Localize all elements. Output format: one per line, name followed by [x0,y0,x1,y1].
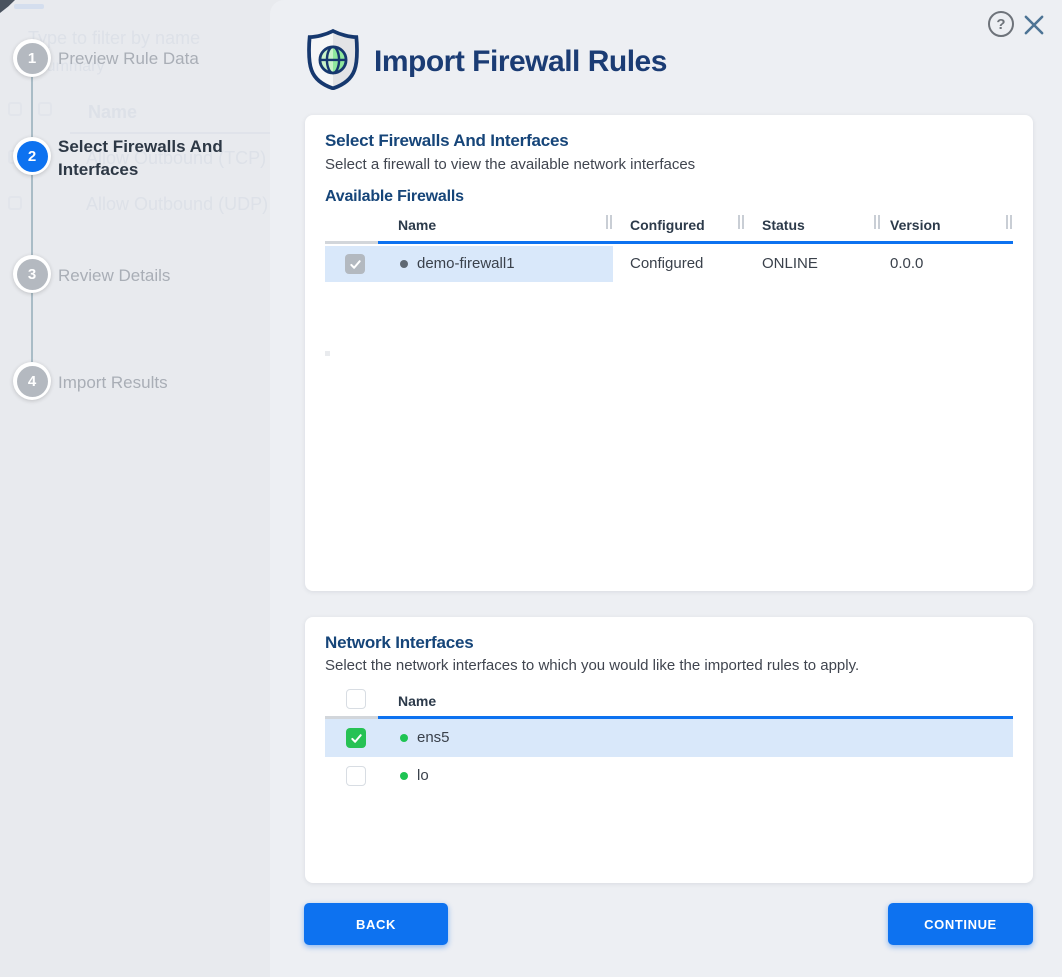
help-icon[interactable]: ? [988,11,1014,37]
ghost-checkbox [38,102,52,116]
import-firewall-rules-modal: Type to filter by name Summary Name Allo… [0,0,1062,977]
column-resize-handle[interactable] [606,215,612,229]
help-glyph: ? [996,16,1005,33]
column-header-version: Version [890,217,941,233]
step-3-label[interactable]: Review Details [58,264,170,287]
column-header-name: Name [398,693,436,709]
interface-name: lo [417,767,429,784]
firewalls-section-title: Select Firewalls And Interfaces [325,131,569,151]
header-underline-gray [325,241,378,244]
back-button[interactable]: BACK [304,903,448,945]
header-underline-blue [378,241,1013,244]
interface-status-dot [400,772,408,780]
column-header-status: Status [762,217,805,233]
column-resize-handle[interactable] [738,215,744,229]
step-2-label[interactable]: Select Firewalls And Interfaces [58,135,238,181]
step-3-circle[interactable]: 3 [13,255,51,293]
table-row-firewall[interactable]: demo-firewall1 Configured ONLINE 0.0.0 [305,246,1033,282]
ghost-checkbox [8,102,22,116]
interface-checkbox-lo[interactable] [346,766,366,786]
network-interfaces-card: Network Interfaces Select the network in… [305,617,1033,883]
step-4-number: 4 [17,366,48,397]
ghost-checkbox [8,196,22,210]
close-icon[interactable] [1021,12,1047,38]
interface-name: ens5 [417,729,450,746]
backdrop-corner-shape [0,0,15,13]
select-all-checkbox[interactable] [346,689,366,709]
column-resize-handle[interactable] [874,215,880,229]
wizard-stepper-rail: Type to filter by name Summary Name Allo… [0,0,270,977]
stray-dot [325,351,330,356]
firewall-status-dot [400,260,408,268]
shield-globe-icon [305,28,361,95]
ghost-filter-placeholder: Type to filter by name [28,28,200,49]
stepper-connector-line [31,58,33,381]
firewalls-section-subtitle: Select a firewall to view the available … [325,156,695,173]
step-2-number: 2 [17,141,48,172]
select-firewalls-card: Select Firewalls And Interfaces Select a… [305,115,1033,591]
modal-title: Import Firewall Rules [374,45,667,79]
interfaces-section-title: Network Interfaces [325,633,474,653]
interface-status-dot [400,734,408,742]
step-2-circle[interactable]: 2 [13,137,51,175]
ghost-rule-udp: Allow Outbound (UDP) [86,194,268,215]
step-4-circle[interactable]: 4 [13,362,51,400]
step-4-label[interactable]: Import Results [58,371,168,394]
continue-button[interactable]: CONTINUE [888,903,1033,945]
table-row-interface-lo[interactable]: lo [305,757,1033,795]
table-row-interface-ens5[interactable]: ens5 [305,719,1033,757]
firewall-configured-cell: Configured [630,255,703,272]
interface-name-cell: lo [400,767,429,785]
interfaces-section-subtitle: Select the network interfaces to which y… [325,657,859,674]
firewall-name-cell: demo-firewall1 [400,255,515,273]
firewall-status-cell: ONLINE [762,255,818,272]
firewall-version-cell: 0.0.0 [890,255,923,272]
modal-main-panel: Import Firewall Rules ? Select Firewalls… [270,0,1062,977]
available-firewalls-title: Available Firewalls [325,188,464,206]
firewall-name: demo-firewall1 [417,255,515,272]
ghost-bar [14,4,44,9]
interface-name-cell: ens5 [400,729,450,747]
firewall-row-checkbox [345,254,365,274]
column-header-name: Name [398,217,436,233]
step-1-label[interactable]: Preview Rule Data [58,47,199,70]
ghost-name-header: Name [88,102,137,123]
column-resize-handle[interactable] [1006,215,1012,229]
step-1-circle[interactable]: 1 [13,39,51,77]
ghost-header-underline [70,132,270,134]
modal-header: Import Firewall Rules [305,28,667,95]
interface-checkbox-ens5[interactable] [346,728,366,748]
step-1-number: 1 [17,43,48,74]
step-3-number: 3 [17,259,48,290]
column-header-configured: Configured [630,217,705,233]
